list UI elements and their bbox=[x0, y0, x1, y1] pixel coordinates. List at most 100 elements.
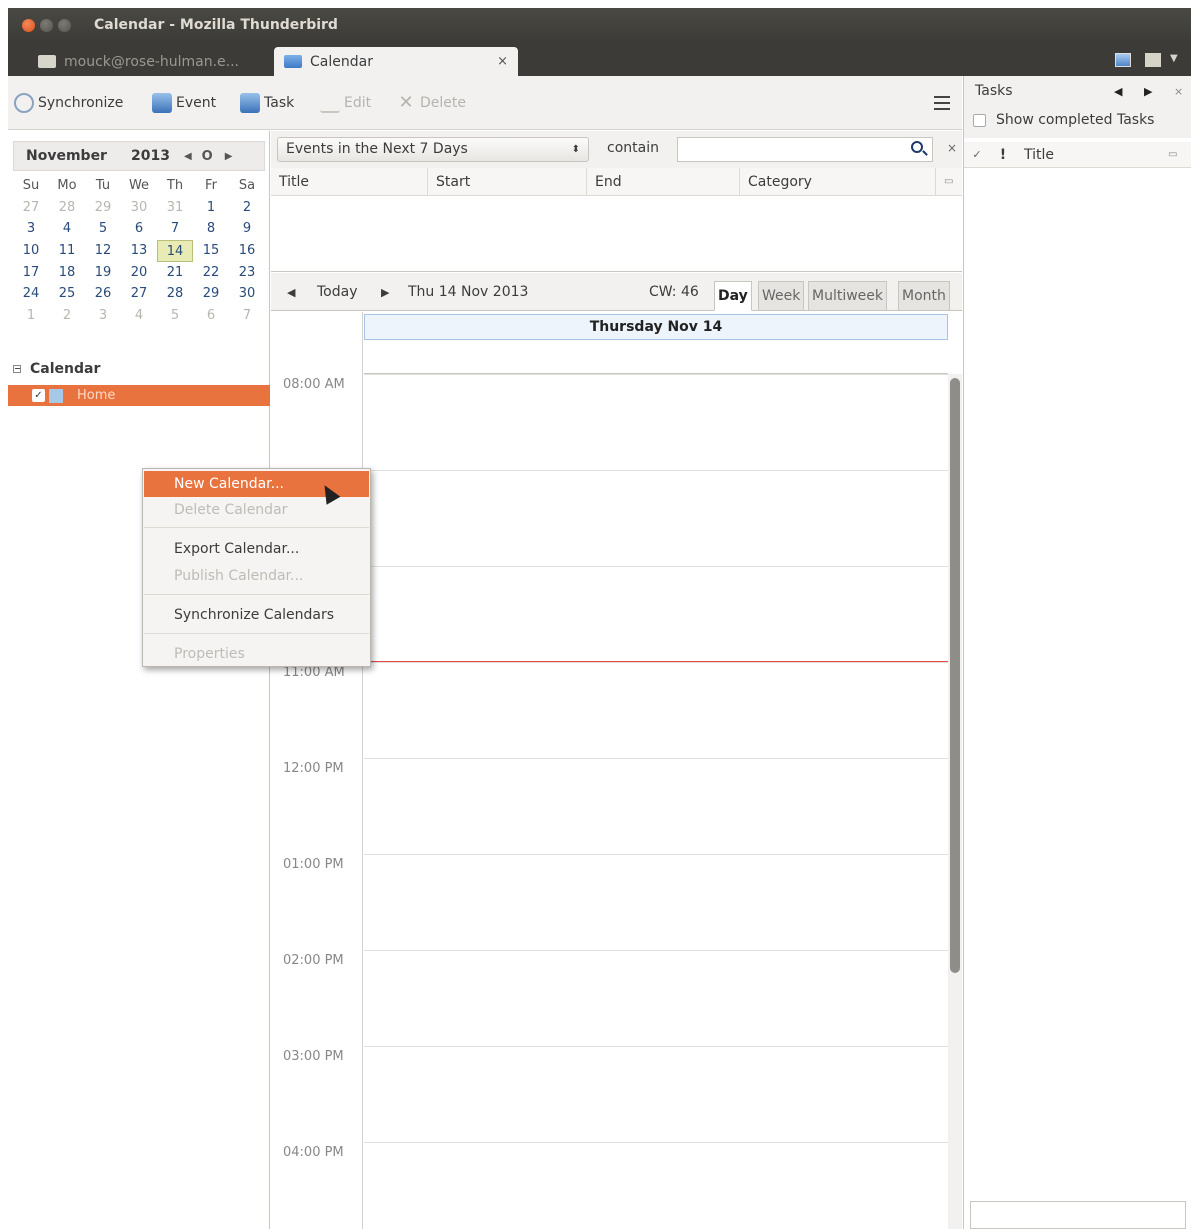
minimonth-day[interactable]: 25 bbox=[49, 283, 85, 305]
window-close-button[interactable] bbox=[22, 19, 35, 32]
collapse-icon[interactable]: − bbox=[13, 365, 21, 373]
menu-item-export-calendar[interactable]: Export Calendar... bbox=[144, 536, 369, 562]
column-end[interactable]: End bbox=[587, 168, 740, 196]
minimonth-day[interactable]: 7 bbox=[157, 218, 193, 240]
minimonth-day[interactable]: 19 bbox=[85, 262, 121, 284]
minimonth-day[interactable]: 1 bbox=[13, 305, 49, 327]
minimonth-day[interactable]: 6 bbox=[193, 305, 229, 327]
column-picker-icon[interactable]: ▭ bbox=[936, 168, 962, 196]
minimonth-day[interactable]: 28 bbox=[157, 283, 193, 305]
column-priority[interactable]: ! bbox=[990, 142, 1016, 167]
close-icon[interactable]: × bbox=[947, 141, 957, 155]
minimonth-day[interactable]: 27 bbox=[121, 283, 157, 305]
chevron-down-icon[interactable]: ▼ bbox=[1170, 53, 1186, 67]
edit-button[interactable]: Edit bbox=[320, 93, 371, 113]
menu-item-properties[interactable]: Properties bbox=[144, 641, 369, 667]
calendar-list-header[interactable]: − Calendar bbox=[8, 361, 270, 377]
minimonth-day[interactable]: 8 bbox=[193, 218, 229, 240]
minimonth-next-icon[interactable]: ▶ bbox=[225, 151, 233, 162]
minimonth-day[interactable]: 15 bbox=[193, 240, 229, 262]
tasks-next-icon[interactable]: ▶ bbox=[1144, 85, 1152, 98]
minimonth-day[interactable]: 5 bbox=[85, 218, 121, 240]
minimonth-day[interactable]: 16 bbox=[229, 240, 265, 262]
column-category[interactable]: Category bbox=[740, 168, 936, 196]
scrollbar-thumb[interactable] bbox=[950, 378, 960, 973]
minimonth-day[interactable]: 7 bbox=[229, 305, 265, 327]
minimonth-day[interactable]: 6 bbox=[121, 218, 157, 240]
tab-calendar[interactable]: Calendar × bbox=[274, 47, 518, 76]
minimonth-year[interactable]: 2013 bbox=[131, 148, 170, 164]
column-title[interactable]: Title bbox=[271, 168, 428, 196]
minimonth-day[interactable]: 5 bbox=[157, 305, 193, 327]
search-input[interactable] bbox=[677, 137, 933, 162]
window-minimize-button[interactable] bbox=[40, 19, 53, 32]
tab-multiweek[interactable]: Multiweek bbox=[808, 281, 888, 311]
minimonth-month[interactable]: November bbox=[26, 148, 107, 164]
column-start[interactable]: Start bbox=[428, 168, 587, 196]
show-completed-checkbox[interactable] bbox=[973, 113, 986, 127]
day-header[interactable]: Thursday Nov 14 bbox=[364, 314, 948, 340]
minimonth-day[interactable]: 22 bbox=[193, 262, 229, 284]
show-completed-toggle[interactable]: Show completed Tasks bbox=[973, 112, 1154, 128]
tasks-prev-icon[interactable]: ◀ bbox=[1114, 85, 1122, 98]
minimonth-day[interactable]: 30 bbox=[121, 197, 157, 219]
previous-day-icon[interactable]: ◀ bbox=[287, 286, 295, 299]
minimonth-day[interactable]: 3 bbox=[85, 305, 121, 327]
minimonth-day[interactable]: 24 bbox=[13, 283, 49, 305]
hamburger-menu-icon[interactable] bbox=[934, 96, 950, 110]
minimonth-day[interactable]: 4 bbox=[49, 218, 85, 240]
column-task-title[interactable]: Title bbox=[1016, 142, 1168, 167]
tasks-close-icon[interactable]: × bbox=[1174, 85, 1183, 98]
event-filter-select[interactable]: Events in the Next 7 Days ⬍ bbox=[277, 137, 589, 162]
calendar-item-home[interactable]: ✓ Home bbox=[8, 385, 270, 406]
minimonth-day[interactable]: 28 bbox=[49, 197, 85, 219]
minimonth-day[interactable]: 29 bbox=[193, 283, 229, 305]
minimonth-today-icon[interactable]: O bbox=[202, 149, 213, 164]
minimonth-day[interactable]: 21 bbox=[157, 262, 193, 284]
minimonth-day[interactable]: 17 bbox=[13, 262, 49, 284]
window-maximize-button[interactable] bbox=[58, 19, 71, 32]
minimonth-day[interactable]: 10 bbox=[13, 240, 49, 262]
tab-mail[interactable]: mouck@rose-hulman.e... bbox=[28, 47, 274, 76]
tasks-mode-icon[interactable] bbox=[1145, 53, 1161, 67]
tab-day[interactable]: Day bbox=[714, 281, 752, 311]
column-picker-icon[interactable]: ▭ bbox=[1168, 142, 1191, 167]
minimonth-day[interactable]: 4 bbox=[121, 305, 157, 327]
menu-item-delete-calendar[interactable]: Delete Calendar bbox=[144, 497, 369, 523]
minimonth-day[interactable]: 20 bbox=[121, 262, 157, 284]
minimonth-day[interactable]: 30 bbox=[229, 283, 265, 305]
minimonth-prev-icon[interactable]: ◀ bbox=[184, 151, 192, 162]
new-task-button[interactable]: Task bbox=[240, 93, 294, 113]
minimonth-day[interactable]: 12 bbox=[85, 240, 121, 262]
all-day-row[interactable] bbox=[364, 341, 948, 374]
minimonth-day[interactable]: 31 bbox=[157, 197, 193, 219]
minimonth-day[interactable]: 13 bbox=[121, 240, 157, 262]
delete-button[interactable]: ✕ Delete bbox=[396, 93, 466, 113]
vertical-scrollbar[interactable] bbox=[948, 374, 962, 1229]
menu-item-synchronize-calendars[interactable]: Synchronize Calendars bbox=[144, 602, 369, 628]
quick-add-task-input[interactable] bbox=[970, 1201, 1186, 1229]
tab-month[interactable]: Month bbox=[898, 281, 950, 311]
tab-week[interactable]: Week bbox=[758, 281, 805, 311]
new-event-button[interactable]: Event bbox=[152, 93, 216, 113]
next-day-icon[interactable]: ▶ bbox=[381, 286, 389, 299]
checkbox-checked-icon[interactable]: ✓ bbox=[32, 389, 45, 402]
calendar-mode-icon[interactable] bbox=[1115, 53, 1131, 67]
minimonth-day[interactable]: 11 bbox=[49, 240, 85, 262]
minimonth-day[interactable]: 18 bbox=[49, 262, 85, 284]
synchronize-button[interactable]: Synchronize bbox=[14, 93, 123, 113]
event-list[interactable] bbox=[271, 196, 962, 272]
column-completed[interactable]: ✓ bbox=[964, 142, 990, 167]
minimonth-day[interactable]: 27 bbox=[13, 197, 49, 219]
minimonth-day[interactable]: 3 bbox=[13, 218, 49, 240]
minimonth-day[interactable]: 2 bbox=[229, 197, 265, 219]
search-icon[interactable] bbox=[911, 141, 923, 153]
minimonth-day[interactable]: 26 bbox=[85, 283, 121, 305]
tab-close-icon[interactable]: × bbox=[497, 54, 508, 69]
minimonth-day[interactable]: 29 bbox=[85, 197, 121, 219]
minimonth-day[interactable]: 14 bbox=[157, 240, 193, 262]
menu-item-publish-calendar[interactable]: Publish Calendar... bbox=[144, 563, 369, 589]
minimonth-day[interactable]: 23 bbox=[229, 262, 265, 284]
today-button[interactable]: Today bbox=[317, 284, 358, 300]
minimonth-day[interactable]: 1 bbox=[193, 197, 229, 219]
